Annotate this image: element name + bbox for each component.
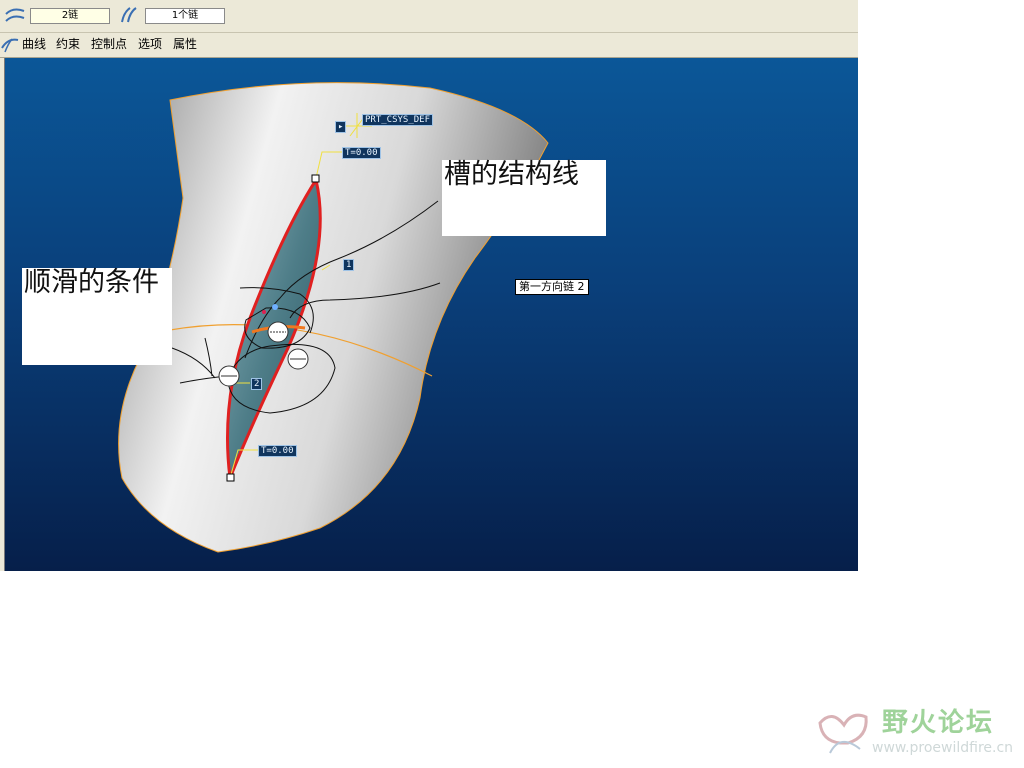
- boundary-blend-second-direction-icon[interactable]: [118, 6, 140, 24]
- blend-surface: [118, 82, 549, 553]
- graphics-viewport[interactable]: ▸ PRT_CSYS_DEF T=0.00 1 2 T=0.00 第一方向链 2…: [0, 58, 858, 571]
- second-direction-chain-field[interactable]: 1个链: [145, 8, 225, 24]
- boundary-blend-tool-icon: [1, 38, 19, 53]
- chain-tooltip: 第一方向链 2: [515, 279, 589, 295]
- tab-curves[interactable]: 曲线: [22, 37, 46, 51]
- end-point-top: [311, 174, 320, 183]
- annotation-smooth-condition: 顺滑的条件: [22, 268, 172, 365]
- boundary-blend-first-direction-icon[interactable]: [4, 6, 26, 24]
- dashboard-toolbar: 2链 1个链: [0, 0, 858, 33]
- constraint-dial-3: [218, 365, 240, 387]
- constraint-dial-1: [267, 321, 289, 343]
- slide-up-panel-bar: [0, 33, 858, 58]
- t-value-bottom[interactable]: T=0.00: [258, 445, 297, 457]
- csys-label: PRT_CSYS_DEF: [362, 114, 434, 126]
- csys-flag: ▸: [335, 121, 347, 133]
- chain-marker-2[interactable]: 2: [251, 378, 263, 390]
- annotation-groove-structure-line: 槽的结构线: [442, 160, 606, 236]
- tab-properties[interactable]: 属性: [173, 37, 197, 51]
- watermark-title: 野火论坛: [882, 708, 995, 738]
- tab-options[interactable]: 选项: [138, 37, 162, 51]
- chain-marker-1[interactable]: 1: [343, 259, 355, 271]
- viewport-left-border: [0, 58, 5, 571]
- watermark-url: www.proewildfire.cn: [872, 740, 1014, 756]
- tab-constraints[interactable]: 约束: [56, 37, 80, 51]
- t-value-top[interactable]: T=0.00: [342, 147, 381, 159]
- tab-control-points[interactable]: 控制点: [91, 37, 127, 51]
- end-point-bottom: [226, 473, 235, 482]
- forum-logo-icon: [818, 713, 868, 754]
- constraint-dial-2: [287, 348, 309, 370]
- first-direction-chain-field[interactable]: 2链: [30, 8, 110, 24]
